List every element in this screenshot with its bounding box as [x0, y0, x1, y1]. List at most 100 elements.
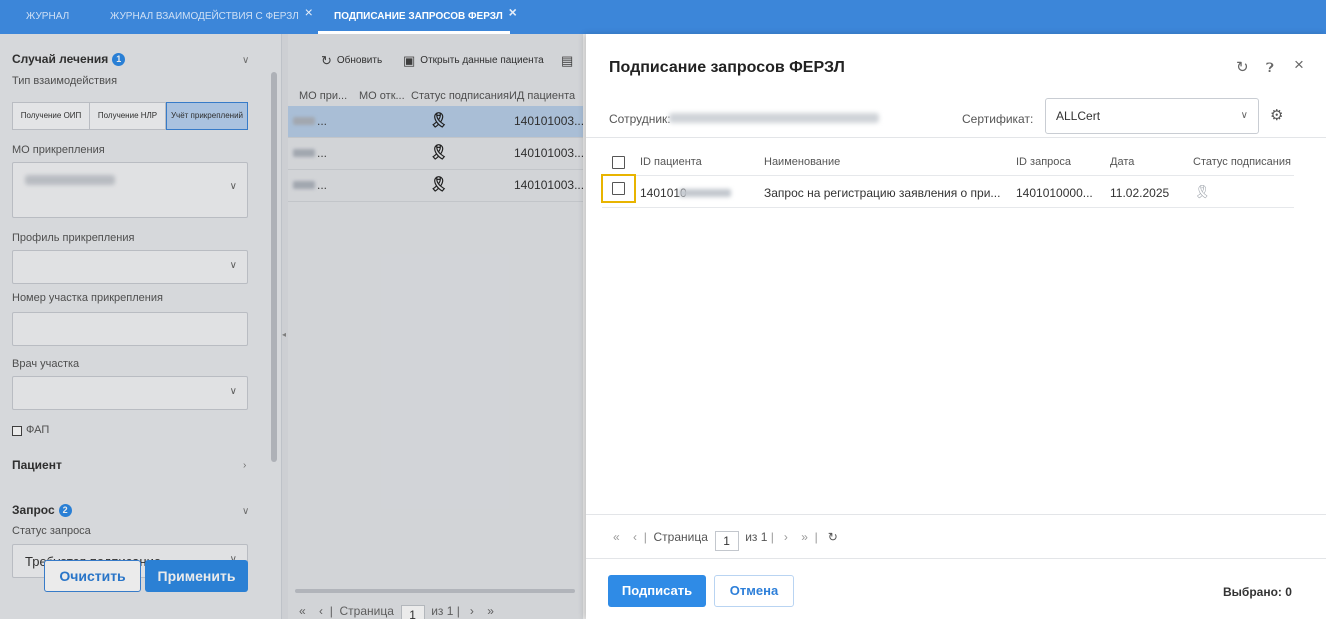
profile-select[interactable]: ∨	[12, 250, 248, 284]
help-icon[interactable]: ❓︎	[1266, 60, 1274, 76]
count-badge: 1	[112, 53, 126, 66]
column-header[interactable]: Статус подписания	[411, 90, 509, 102]
blurred-value	[293, 149, 315, 157]
signature-status-icon: 🎗︎	[1194, 184, 1211, 199]
tab-bar: ЖУРНАЛ ЖУРНАЛ ВЗАИМОДЕЙСТВИЯ С ФЕРЗЛ × П…	[0, 0, 1326, 34]
refresh-icon[interactable]: ↻	[828, 530, 838, 544]
dialog-title: Подписание запросов ФЕРЗЛ	[609, 59, 845, 76]
signature-status-icon: 🎗︎	[429, 176, 449, 193]
cell-date: 11.02.2025	[1110, 186, 1170, 200]
requests-grid: ↻ Обновить ▣ Открыть данные пациента ▤ МО …	[283, 34, 585, 619]
blurred-value	[679, 189, 731, 197]
column-header[interactable]: Статус подписания	[1193, 156, 1291, 168]
table-row[interactable]: ... 🎗︎ 140101003...	[287, 106, 584, 138]
column-header[interactable]: ID запроса	[1016, 156, 1071, 168]
section-patient[interactable]: Пациент	[12, 458, 62, 472]
row-checkbox[interactable]	[612, 182, 625, 195]
section-title: Запрос	[12, 503, 55, 517]
first-page-icon[interactable]: «	[613, 530, 620, 544]
mo-select[interactable]: ∨	[12, 162, 248, 218]
patient-card-icon: ▣	[403, 53, 416, 68]
count-badge: 2	[58, 504, 72, 517]
field-label: Статус запроса	[12, 525, 91, 537]
horizontal-scrollbar[interactable]	[295, 589, 575, 593]
refresh-icon[interactable]: ↻	[1236, 58, 1249, 76]
chevron-down-icon[interactable]: ∨	[242, 55, 249, 66]
employee-label: Сотрудник:	[609, 112, 671, 126]
tab-ferzl-signing[interactable]: ПОДПИСАНИЕ ЗАПРОСОВ ФЕРЗЛ ×	[334, 0, 517, 34]
apply-button[interactable]: Применить	[145, 560, 248, 592]
column-header[interactable]: ID пациента	[640, 156, 702, 168]
clear-button[interactable]: Очистить	[44, 560, 141, 592]
close-icon[interactable]: ×	[1294, 55, 1304, 75]
fap-checkbox[interactable]	[12, 426, 22, 436]
tab-ferzl-interaction-journal[interactable]: ЖУРНАЛ ВЗАИМОДЕЙСТВИЯ С ФЕРЗЛ ×	[110, 0, 313, 34]
select-all-checkbox[interactable]	[612, 156, 625, 169]
district-input[interactable]	[12, 312, 248, 346]
page-input[interactable]: 1	[400, 605, 425, 619]
section-request[interactable]: Запрос 2	[12, 503, 72, 517]
segment-oip[interactable]: Получение ОИП	[13, 103, 90, 129]
column-header[interactable]: МО отк...	[359, 90, 405, 102]
chevron-down-icon[interactable]: ∨	[242, 506, 249, 517]
pager-label: Страница	[653, 530, 708, 544]
certificate-select[interactable]: ALLCert ∨	[1045, 98, 1259, 134]
cell-patient-id: 140101003...	[514, 146, 585, 160]
refresh-button[interactable]: ↻ Обновить	[321, 53, 382, 69]
last-page-icon[interactable]: »	[487, 604, 494, 618]
column-header[interactable]: Наименование	[764, 156, 840, 168]
sign-button[interactable]: Подписать	[608, 575, 706, 607]
doctor-select[interactable]: ∨	[12, 376, 248, 410]
section-case[interactable]: Случай лечения 1	[12, 52, 126, 66]
interaction-type-segmented: Получение ОИП Получение НЛР Учёт прикреп…	[12, 102, 248, 130]
scrollbar[interactable]	[271, 72, 277, 462]
fap-label: ФАП	[26, 424, 50, 436]
cell-name: Запрос на регистрацию заявления о при...	[764, 186, 1001, 200]
button-label: Обновить	[336, 55, 383, 66]
tab-journal[interactable]: ЖУРНАЛ	[26, 0, 69, 34]
column-header[interactable]: Дата	[1110, 156, 1134, 168]
cell-name: ...	[317, 146, 328, 160]
chevron-down-icon: ∨	[229, 181, 237, 192]
pager-total: из 1	[745, 530, 768, 544]
cell-request-id: 1401010000...	[1016, 186, 1093, 200]
first-page-icon[interactable]: «	[299, 604, 306, 618]
table-row[interactable]: ... 🎗︎ 140101003...	[287, 170, 584, 202]
segment-nlr[interactable]: Получение НЛР	[90, 103, 166, 129]
select-value: ALLCert	[1056, 109, 1101, 123]
column-header[interactable]: МО при...	[299, 90, 347, 102]
cancel-button[interactable]: Отмена	[714, 575, 794, 607]
section-title: Пациент	[12, 458, 62, 472]
collapse-arrow-icon[interactable]: ◂	[282, 330, 286, 339]
next-page-icon[interactable]: ›	[784, 530, 788, 544]
open-patient-button[interactable]: ▣ Открыть данные пациента	[403, 53, 544, 69]
prev-page-icon[interactable]: ‹	[319, 604, 323, 618]
close-icon[interactable]: ×	[509, 0, 517, 29]
field-label: МО прикрепления	[12, 144, 105, 156]
field-label: Врач участка	[12, 358, 80, 370]
section-title: Случай лечения	[12, 52, 109, 66]
button-label: Открыть данные пациента	[420, 55, 544, 66]
blurred-value	[293, 117, 315, 125]
chevron-down-icon: ∨	[229, 386, 237, 397]
prev-page-icon[interactable]: ‹	[633, 530, 637, 544]
segment-attachments[interactable]: Учёт прикреплений	[166, 102, 248, 130]
dialog-pager: « ‹ | Страница 1 из 1 | › » | ↻	[613, 530, 838, 551]
column-header[interactable]: ИД пациента	[509, 90, 575, 102]
signature-status-icon: 🎗︎	[429, 144, 449, 161]
signing-dialog: Подписание запросов ФЕРЗЛ ↻ ❓︎ × Сотрудн…	[586, 34, 1326, 619]
cell-name: ...	[317, 178, 328, 192]
panel-splitter[interactable]: ◂	[282, 34, 288, 619]
selected-count: Выбрано: 0	[1223, 585, 1292, 599]
refresh-icon: ↻	[321, 53, 332, 68]
tab-label: ЖУРНАЛ	[26, 11, 70, 22]
table-row[interactable]: ... 🎗︎ 140101003...	[287, 138, 585, 170]
close-icon[interactable]: ×	[305, 0, 313, 29]
tab-label: ПОДПИСАНИЕ ЗАПРОСОВ ФЕРЗЛ	[334, 11, 503, 22]
gear-icon[interactable]: ⚙︎	[1270, 106, 1283, 124]
page-input[interactable]: 1	[714, 531, 739, 551]
next-page-icon[interactable]: ›	[470, 604, 474, 618]
last-page-icon[interactable]: »	[801, 530, 808, 544]
chevron-right-icon[interactable]: ›	[243, 460, 246, 471]
id-card-icon[interactable]: ▤	[561, 53, 578, 69]
